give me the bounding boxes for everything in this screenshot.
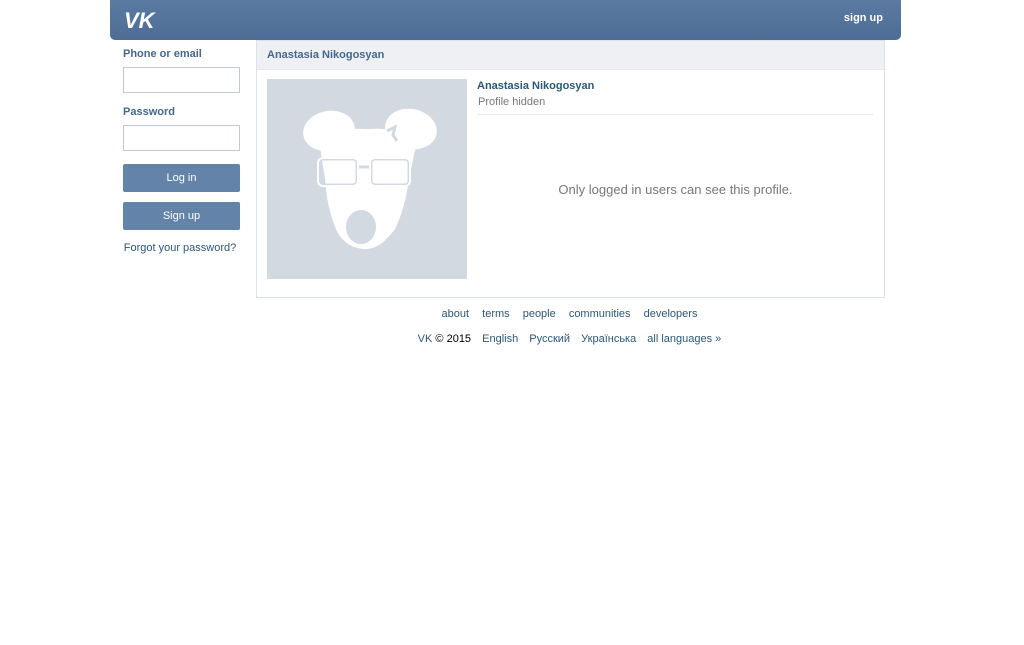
login-form: Phone or email Password Log in Sign up F… bbox=[123, 48, 240, 254]
header-signup-link[interactable]: sign up bbox=[844, 12, 883, 24]
profile-status: Profile hidden bbox=[478, 96, 546, 108]
forgot-password-link[interactable]: Forgot your password? bbox=[120, 242, 240, 254]
top-header: VK sign up bbox=[110, 0, 901, 40]
all-languages-link[interactable]: all languages » bbox=[647, 333, 721, 345]
footer-nav: about terms people communities developer… bbox=[256, 308, 883, 320]
email-field[interactable] bbox=[123, 67, 240, 93]
footer-link-about[interactable]: about bbox=[442, 308, 470, 320]
login-button[interactable]: Log in bbox=[123, 164, 240, 192]
signup-button[interactable]: Sign up bbox=[123, 202, 240, 230]
vk-logo-icon[interactable]: VK bbox=[124, 8, 160, 33]
language-ukrainian-link[interactable]: Українська bbox=[581, 333, 636, 345]
footer-link-developers[interactable]: developers bbox=[644, 308, 698, 320]
hidden-profile-message: Only logged in users can see this profil… bbox=[558, 182, 793, 197]
svg-text:VK: VK bbox=[124, 9, 157, 31]
footer-copyright: © 2015 bbox=[435, 333, 472, 345]
language-english-link[interactable]: English bbox=[482, 333, 518, 345]
panel-header: Anastasia Nikogosyan bbox=[257, 41, 884, 70]
footer-brand-link[interactable]: VK bbox=[418, 333, 433, 345]
footer-link-communities[interactable]: communities bbox=[569, 308, 631, 320]
profile-name[interactable]: Anastasia Nikogosyan bbox=[477, 80, 594, 92]
divider bbox=[478, 114, 873, 115]
profile-avatar bbox=[267, 79, 467, 279]
vk-dog-placeholder-icon bbox=[303, 108, 437, 250]
language-russian-link[interactable]: Русский bbox=[529, 333, 570, 345]
password-field[interactable] bbox=[123, 125, 240, 151]
panel-title: Anastasia Nikogosyan bbox=[267, 49, 385, 61]
footer-link-terms[interactable]: terms bbox=[482, 308, 510, 320]
email-label: Phone or email bbox=[123, 48, 202, 60]
footer-bottom: VK © 2015 English Русский Українська all… bbox=[256, 333, 883, 345]
footer-link-people[interactable]: people bbox=[523, 308, 556, 320]
password-label: Password bbox=[123, 106, 175, 118]
profile-panel: Anastasia Nikogosyan Anastasia Nikogosya… bbox=[256, 40, 885, 298]
page: VK sign up Phone or email Password Log i… bbox=[0, 0, 1024, 645]
